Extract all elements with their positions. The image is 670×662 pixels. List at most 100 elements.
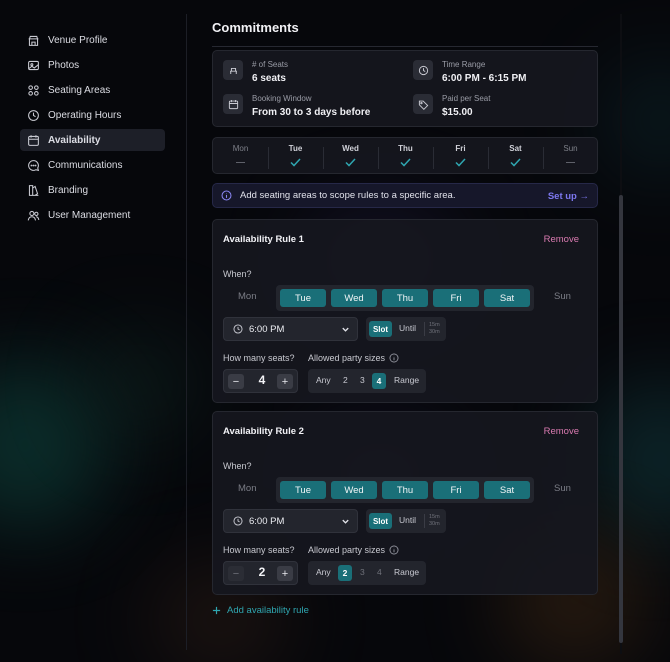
day-toggle-thu[interactable]: Thu xyxy=(382,481,428,499)
party-size-range[interactable]: Range xyxy=(394,375,419,385)
sidebar-item-venue-profile[interactable]: Venue Profile xyxy=(20,29,165,51)
sidebar-item-communications[interactable]: Communications xyxy=(20,154,165,176)
party-size-2[interactable]: 2 xyxy=(343,375,348,385)
party-size-3[interactable]: 3 xyxy=(360,567,365,577)
rule-title: Availability Rule 1 xyxy=(223,234,304,245)
sidebar-item-photos[interactable]: Photos xyxy=(20,54,165,76)
duration-30m[interactable]: 30m xyxy=(429,329,440,336)
when-label: When? xyxy=(223,461,252,471)
time-select[interactable]: 6:00 PM xyxy=(223,509,358,533)
chat-icon xyxy=(28,159,40,171)
week-day-thu: Thu xyxy=(378,144,433,167)
party-size-2[interactable]: 2 xyxy=(338,565,352,581)
remove-rule-button[interactable]: Remove xyxy=(544,234,579,245)
chevron-down-icon xyxy=(342,327,349,332)
week-strip: Mon Tue Wed Thu Fri Sat Sun xyxy=(212,137,598,174)
title-divider xyxy=(212,46,598,47)
party-sizes-question: Allowed party sizes xyxy=(308,545,399,555)
duration-15m[interactable]: 15m xyxy=(429,514,440,521)
slot-option[interactable]: Slot xyxy=(369,321,392,337)
party-size-4[interactable]: 4 xyxy=(377,567,382,577)
duration-options[interactable]: 15m 30m xyxy=(429,322,440,336)
dash-icon xyxy=(236,161,245,163)
day-toggle-sun[interactable]: Sun xyxy=(554,483,571,494)
party-size-selector: Any 2 3 4 Range xyxy=(308,561,426,585)
sidebar-item-label: Photos xyxy=(48,59,80,71)
seats-stepper: − 4 + xyxy=(223,369,298,393)
week-day-sat: Sat xyxy=(488,144,543,167)
decrement-button[interactable]: − xyxy=(228,566,244,581)
sidebar-item-seating-areas[interactable]: Seating Areas xyxy=(20,79,165,101)
paid-per-seat-value: $15.00 xyxy=(442,107,473,118)
week-day-label: Wed xyxy=(342,144,359,153)
check-icon xyxy=(400,157,411,167)
day-toggle-tue[interactable]: Tue xyxy=(280,481,326,499)
week-day-label: Fri xyxy=(455,144,466,153)
party-size-3[interactable]: 3 xyxy=(360,375,365,385)
remove-rule-button[interactable]: Remove xyxy=(544,426,579,437)
time-range-label: Time Range xyxy=(442,60,486,69)
store-icon xyxy=(28,35,39,46)
seats-value: 6 seats xyxy=(252,73,286,84)
day-selector: Tue Wed Thu Fri Sat xyxy=(276,285,534,311)
time-range-value: 6:00 PM - 6:15 PM xyxy=(442,73,527,84)
increment-button[interactable]: + xyxy=(277,374,293,389)
booking-window-value: From 30 to 3 days before xyxy=(252,107,371,118)
duration-options[interactable]: 15m 30m xyxy=(429,514,440,528)
sidebar-item-branding[interactable]: Branding xyxy=(20,179,165,201)
sidebar-item-user-management[interactable]: User Management xyxy=(20,204,165,226)
clock-icon xyxy=(233,324,243,334)
sidebar-item-label: Venue Profile xyxy=(48,34,108,46)
calendar-icon xyxy=(223,94,243,114)
duration-15m[interactable]: 15m xyxy=(429,322,440,329)
day-toggle-thu[interactable]: Thu xyxy=(382,289,428,307)
info-icon[interactable] xyxy=(389,545,399,555)
seats-question: How many seats? xyxy=(223,545,295,555)
week-day-label: Thu xyxy=(398,144,413,153)
day-toggle-tue[interactable]: Tue xyxy=(280,289,326,307)
sidebar-item-availability[interactable]: Availability xyxy=(20,129,165,151)
when-label: When? xyxy=(223,269,252,279)
tag-icon xyxy=(413,94,433,114)
week-day-fri: Fri xyxy=(433,144,488,167)
party-size-4[interactable]: 4 xyxy=(372,373,386,389)
decrement-button[interactable]: − xyxy=(228,374,244,389)
time-range-stat: Time Range 6:00 PM - 6:15 PM xyxy=(413,60,526,84)
sidebar-divider xyxy=(186,14,187,650)
rule-title: Availability Rule 2 xyxy=(223,426,304,437)
day-toggle-mon[interactable]: Mon xyxy=(238,291,256,302)
sidebar-item-operating-hours[interactable]: Operating Hours xyxy=(20,104,165,126)
party-size-any[interactable]: Any xyxy=(316,567,331,577)
party-size-range[interactable]: Range xyxy=(394,567,419,577)
set-up-link[interactable]: Set up → xyxy=(548,191,589,202)
party-size-any[interactable]: Any xyxy=(316,375,331,385)
day-toggle-fri[interactable]: Fri xyxy=(433,481,479,499)
dash-icon xyxy=(566,161,575,163)
day-toggle-sat[interactable]: Sat xyxy=(484,481,530,499)
day-toggle-sat[interactable]: Sat xyxy=(484,289,530,307)
add-availability-rule-button[interactable]: Add availability rule xyxy=(212,605,309,616)
day-toggle-mon[interactable]: Mon xyxy=(238,483,256,494)
week-day-label: Tue xyxy=(288,144,303,153)
week-day-wed: Wed xyxy=(323,144,378,167)
main-content: Commitments # of Seats 6 seats Time Range… xyxy=(200,0,610,662)
day-selector: Tue Wed Thu Fri Sat xyxy=(276,477,534,503)
party-size-selector: Any 2 3 4 Range xyxy=(308,369,426,393)
day-toggle-fri[interactable]: Fri xyxy=(433,289,479,307)
duration-30m[interactable]: 30m xyxy=(429,521,440,528)
day-toggle-wed[interactable]: Wed xyxy=(331,481,377,499)
availability-rule-card: Availability Rule 1 Remove When? Mon Tue… xyxy=(212,219,598,403)
until-option[interactable]: Until xyxy=(399,323,416,333)
time-select[interactable]: 6:00 PM xyxy=(223,317,358,341)
info-icon[interactable] xyxy=(389,353,399,363)
page-title: Commitments xyxy=(212,20,299,35)
slot-option[interactable]: Slot xyxy=(369,513,392,529)
day-toggle-sun[interactable]: Sun xyxy=(554,291,571,302)
until-option[interactable]: Until xyxy=(399,515,416,525)
increment-button[interactable]: + xyxy=(277,566,293,581)
scrollbar-thumb[interactable] xyxy=(619,195,623,643)
seats-count: 2 xyxy=(258,565,266,579)
summary-card: # of Seats 6 seats Time Range 6:00 PM - 6:… xyxy=(212,50,598,127)
day-toggle-wed[interactable]: Wed xyxy=(331,289,377,307)
calendar-icon xyxy=(28,134,39,146)
